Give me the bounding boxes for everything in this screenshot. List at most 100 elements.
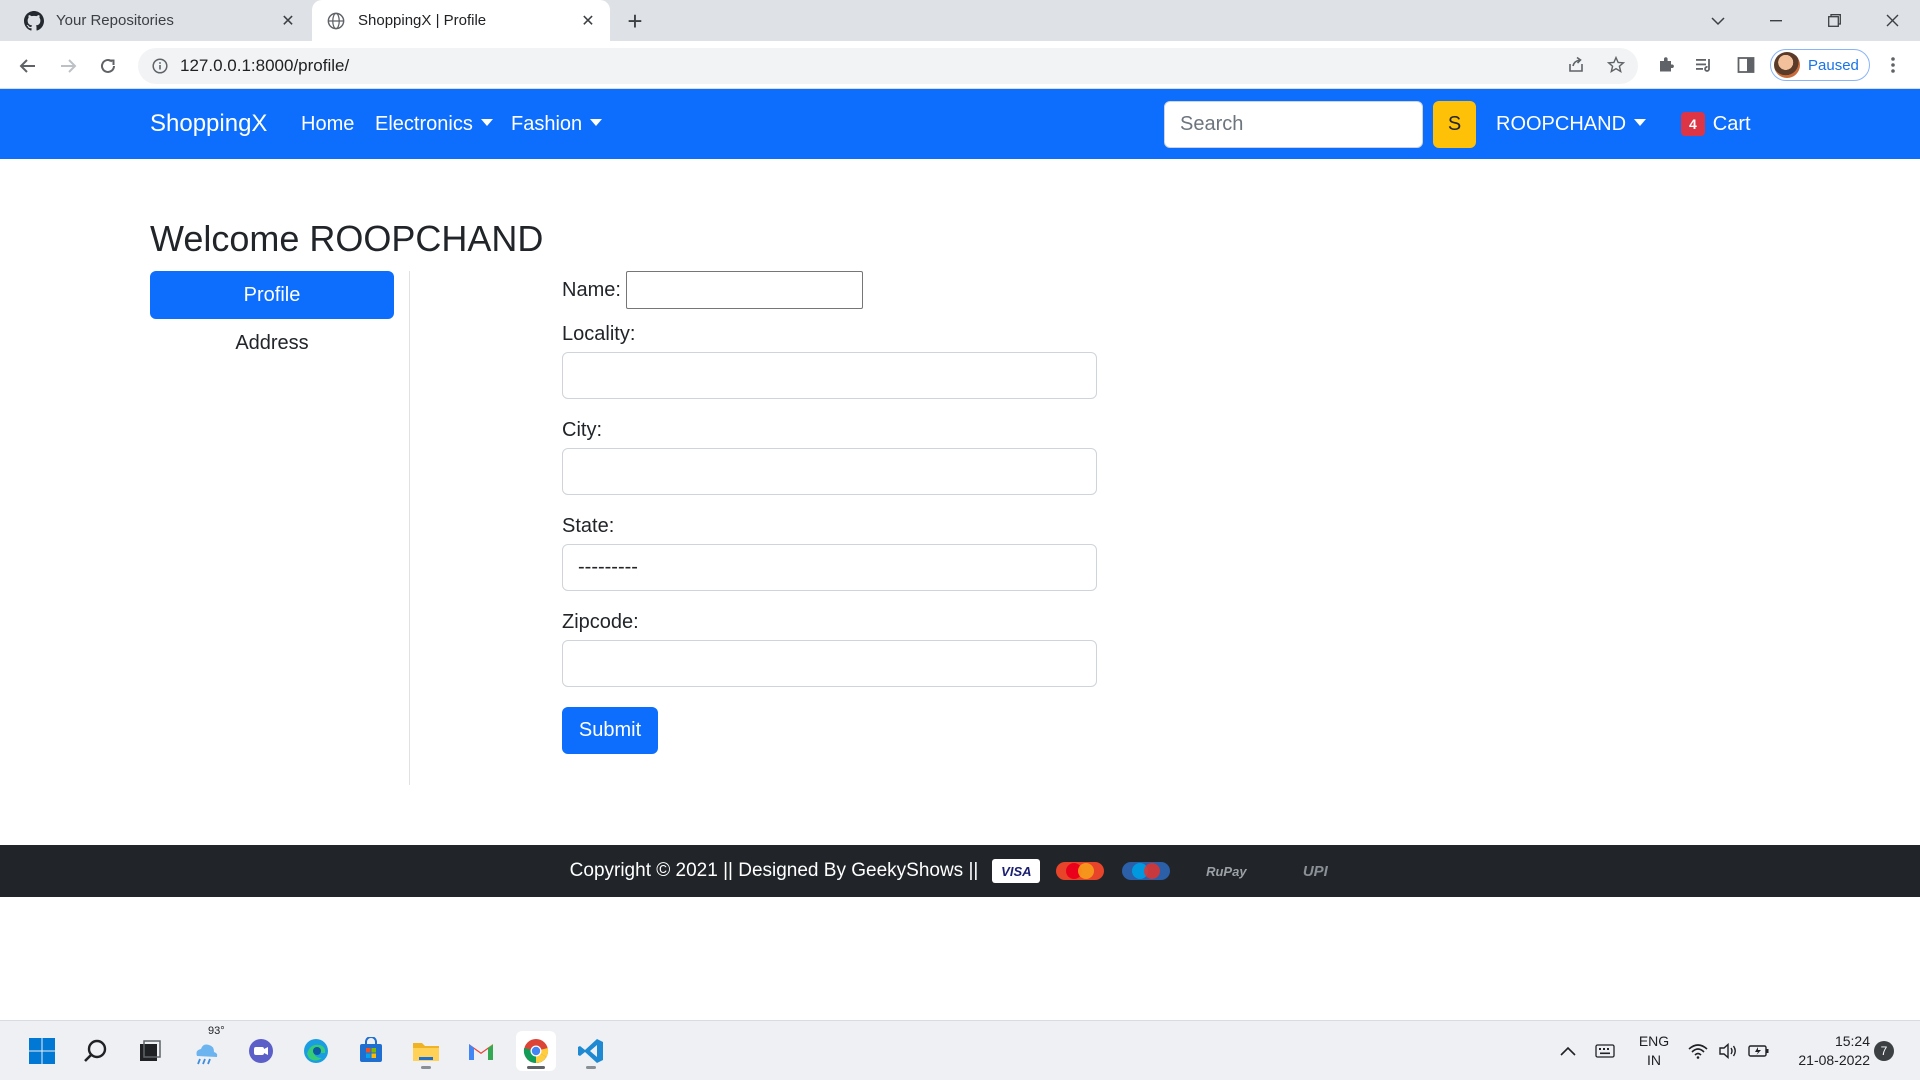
nav-electronics-label: Electronics (375, 113, 473, 135)
edge-browser-icon[interactable] (296, 1031, 336, 1071)
file-explorer-icon[interactable] (406, 1031, 446, 1071)
restore-button[interactable] (1806, 0, 1862, 41)
side-panel-icon[interactable] (1731, 50, 1761, 80)
new-tab-button[interactable]: + (620, 6, 650, 36)
teams-chat-icon[interactable] (241, 1031, 281, 1071)
state-select[interactable]: --------- (562, 544, 1097, 591)
info-icon[interactable] (150, 58, 170, 74)
windows-start-icon[interactable] (22, 1031, 62, 1071)
keyboard-icon[interactable] (1595, 1021, 1615, 1080)
caret-down-icon (480, 119, 493, 127)
name-field[interactable] (625, 271, 863, 309)
task-view-icon[interactable] (130, 1031, 170, 1071)
page-title: Welcome ROOPCHAND (150, 218, 544, 259)
tab-your-repositories[interactable]: Your Repositories ✕ (10, 0, 310, 41)
media-control-icon[interactable] (1689, 50, 1719, 80)
input-language[interactable]: ENG IN (1636, 1032, 1672, 1070)
github-icon (24, 10, 44, 31)
submit-button[interactable]: Submit (562, 707, 658, 754)
state-group: State: --------- (562, 515, 1097, 591)
close-icon[interactable]: ✕ (274, 7, 302, 35)
upi-logo: UPI (1302, 862, 1328, 880)
chrome-icon[interactable] (516, 1031, 556, 1071)
globe-icon (326, 11, 346, 31)
locality-label: Locality: (562, 323, 636, 345)
profile-form: Name: Locality: City: State: --------- Z… (562, 271, 1097, 754)
lang-code: ENG (1638, 1033, 1670, 1049)
volume-icon[interactable] (1718, 1021, 1738, 1080)
weather-widget-icon[interactable]: 93° (186, 1025, 226, 1071)
clock-date: 21-08-2022 (1798, 1052, 1870, 1068)
vscode-icon[interactable] (571, 1031, 611, 1071)
back-button[interactable] (12, 50, 44, 82)
reload-button[interactable] (92, 50, 124, 82)
system-clock[interactable]: 15:24 21-08-2022 (1780, 1032, 1870, 1070)
lang-region: IN (1647, 1052, 1661, 1068)
user-name: ROOPCHAND (1496, 113, 1627, 135)
cart-count-badge: 4 (1681, 112, 1705, 136)
windows-taskbar: 93° ENG IN 15:24 21-08-2022 7 (0, 1020, 1920, 1080)
site-footer: Copyright © 2021 || Designed By GeekySho… (0, 845, 1920, 897)
url-bar[interactable]: 127.0.0.1:8000/profile/ (138, 48, 1638, 84)
show-hidden-icons-icon[interactable] (1560, 1021, 1576, 1080)
running-indicator (421, 1066, 431, 1069)
vertical-divider (409, 271, 410, 785)
notification-badge[interactable]: 7 (1874, 1041, 1894, 1061)
rupay-logo: RuPay (1206, 863, 1247, 879)
city-label: City: (562, 419, 602, 441)
tab-shoppingx-profile[interactable]: ShoppingX | Profile ✕ (312, 0, 610, 41)
nav-fashion-label: Fashion (511, 113, 583, 135)
locality-field[interactable] (562, 352, 1097, 399)
search-input[interactable] (1164, 101, 1423, 148)
close-window-button[interactable] (1864, 0, 1920, 41)
maestro-logo (1120, 859, 1172, 883)
running-indicator (586, 1066, 596, 1069)
profile-button[interactable]: Paused (1770, 49, 1870, 81)
sidebar-item-profile[interactable]: Profile (150, 271, 394, 319)
profile-sidebar: Profile Address (150, 271, 394, 367)
tab-title: ShoppingX | Profile (358, 12, 487, 29)
nav-home[interactable]: Home (301, 89, 354, 159)
search-button[interactable]: S (1433, 101, 1476, 148)
kebab-menu-icon[interactable] (1878, 50, 1908, 80)
footer-copyright: Copyright © 2021 || Designed By GeekySho… (569, 860, 979, 881)
avatar (1774, 52, 1800, 78)
name-label: Name: (562, 278, 621, 301)
name-row: Name: (562, 271, 1097, 309)
close-icon[interactable]: ✕ (574, 7, 602, 35)
sidebar-item-address[interactable]: Address (150, 319, 394, 367)
share-icon[interactable] (1561, 50, 1591, 80)
browser-tab-strip: Your Repositories ✕ ShoppingX | Profile … (0, 0, 1920, 41)
battery-icon[interactable] (1748, 1021, 1770, 1080)
nav-fashion-dropdown[interactable]: Fashion (511, 89, 603, 159)
bookmark-star-icon[interactable] (1601, 50, 1631, 80)
minimize-button[interactable] (1748, 0, 1804, 41)
search-icon[interactable] (76, 1031, 116, 1071)
visa-logo: VISA (992, 859, 1041, 883)
mastercard-logo (1054, 859, 1106, 883)
microsoft-store-icon[interactable] (351, 1031, 391, 1071)
brand-logo[interactable]: ShoppingX (150, 89, 267, 159)
zipcode-field[interactable] (562, 640, 1097, 687)
state-selected-value: --------- (578, 556, 638, 578)
city-field[interactable] (562, 448, 1097, 495)
clock-time: 15:24 (1834, 1033, 1870, 1049)
zipcode-group: Zipcode: (562, 611, 1097, 687)
profile-status: Paused (1808, 56, 1859, 74)
cart-link[interactable]: 4 Cart (1681, 89, 1751, 159)
cart-label: Cart (1712, 112, 1751, 135)
url-text: 127.0.0.1:8000/profile/ (180, 56, 350, 75)
tab-title: Your Repositories (56, 12, 174, 29)
caret-down-icon (590, 119, 603, 127)
caret-down-icon (1634, 119, 1647, 127)
city-group: City: (562, 419, 1097, 495)
forward-button[interactable] (52, 50, 84, 82)
wifi-icon[interactable] (1688, 1021, 1708, 1080)
user-dropdown[interactable]: ROOPCHAND (1496, 89, 1647, 159)
tab-search-icon[interactable] (1690, 0, 1746, 41)
nav-electronics-dropdown[interactable]: Electronics (375, 89, 493, 159)
gmail-icon[interactable] (461, 1031, 501, 1071)
extensions-icon[interactable] (1651, 50, 1681, 80)
state-label: State: (562, 515, 615, 537)
weather-temp: 93° (208, 1025, 225, 1037)
